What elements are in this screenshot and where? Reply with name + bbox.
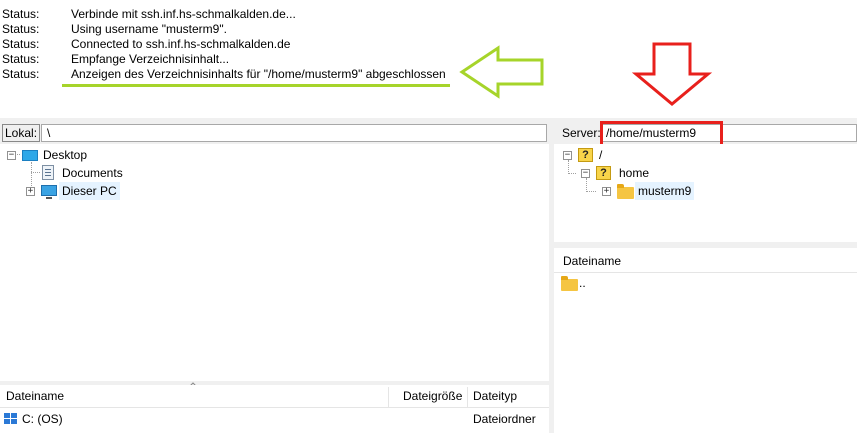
local-tree: − Desktop Documents + Dieser PC: [0, 144, 549, 381]
folder-icon: [617, 184, 634, 199]
file-type: Dateiordner: [473, 412, 536, 426]
log-label: Status:: [2, 22, 40, 36]
local-path-label: Lokal:: [2, 124, 41, 142]
column-header-type[interactable]: Dateityp: [473, 385, 517, 407]
log-label: Status:: [2, 52, 40, 66]
log-message: Verbinde mit ssh.inf.hs-schmalkalden.de.…: [71, 7, 296, 21]
remote-list-header: Dateiname: [554, 250, 857, 273]
collapse-toggle-icon[interactable]: −: [563, 151, 572, 160]
computer-icon: [41, 185, 57, 199]
log-label: Status:: [2, 7, 40, 21]
log-message: Using username "musterm9".: [71, 22, 227, 36]
remote-file-list: Dateiname ..: [554, 248, 857, 433]
folder-icon: [561, 276, 578, 291]
tree-item-label: home: [619, 166, 650, 180]
tree-item-label: Dieser PC: [59, 182, 120, 200]
column-header-size[interactable]: Dateigröße: [403, 385, 462, 407]
desktop-icon: [22, 150, 38, 161]
red-down-arrow-icon: [631, 42, 713, 106]
file-name: ..: [579, 276, 586, 290]
local-path-bar: Lokal: \: [0, 122, 549, 144]
tree-item-label: Desktop: [43, 148, 88, 162]
expand-toggle-icon[interactable]: +: [26, 187, 35, 196]
log-label: Status:: [2, 37, 40, 51]
windows-drive-icon: [4, 413, 17, 424]
log-message: Connected to ssh.inf.hs-schmalkalden.de: [71, 37, 291, 51]
log-message: Empfange Verzeichnisinhalt...: [71, 52, 230, 66]
column-header-name[interactable]: Dateiname: [563, 250, 621, 272]
remote-tree: − ? / − ? home + musterm9: [554, 144, 857, 242]
remote-path-label: Server:: [562, 126, 601, 140]
tree-item-label: /: [599, 148, 603, 162]
local-path-input[interactable]: \: [41, 124, 547, 142]
log-label: Status:: [2, 67, 40, 81]
collapse-toggle-icon[interactable]: −: [581, 169, 590, 178]
local-file-list: Dateiname Dateigröße Dateityp C: (OS) Da…: [0, 385, 549, 433]
document-icon: [42, 165, 54, 180]
tree-item-label: musterm9: [635, 182, 695, 200]
local-list-header: Dateiname Dateigröße Dateityp: [0, 385, 549, 408]
highlight-underline: [62, 84, 450, 87]
table-row[interactable]: C: (OS) Dateiordner: [0, 410, 549, 428]
column-header-name[interactable]: Dateiname: [6, 385, 64, 407]
log-message: Anzeigen des Verzeichnisinhalts für "/ho…: [71, 67, 446, 81]
file-name: C: (OS): [22, 412, 63, 426]
table-row[interactable]: ..: [554, 274, 857, 292]
tree-item-label: Documents: [62, 166, 123, 180]
expand-toggle-icon[interactable]: +: [602, 187, 611, 196]
collapse-toggle-icon[interactable]: −: [7, 151, 16, 160]
unknown-folder-icon: ?: [578, 148, 593, 162]
message-log: Status: Verbinde mit ssh.inf.hs-schmalka…: [0, 0, 857, 119]
unknown-folder-icon: ?: [596, 166, 611, 180]
green-left-arrow-icon: [459, 45, 544, 99]
